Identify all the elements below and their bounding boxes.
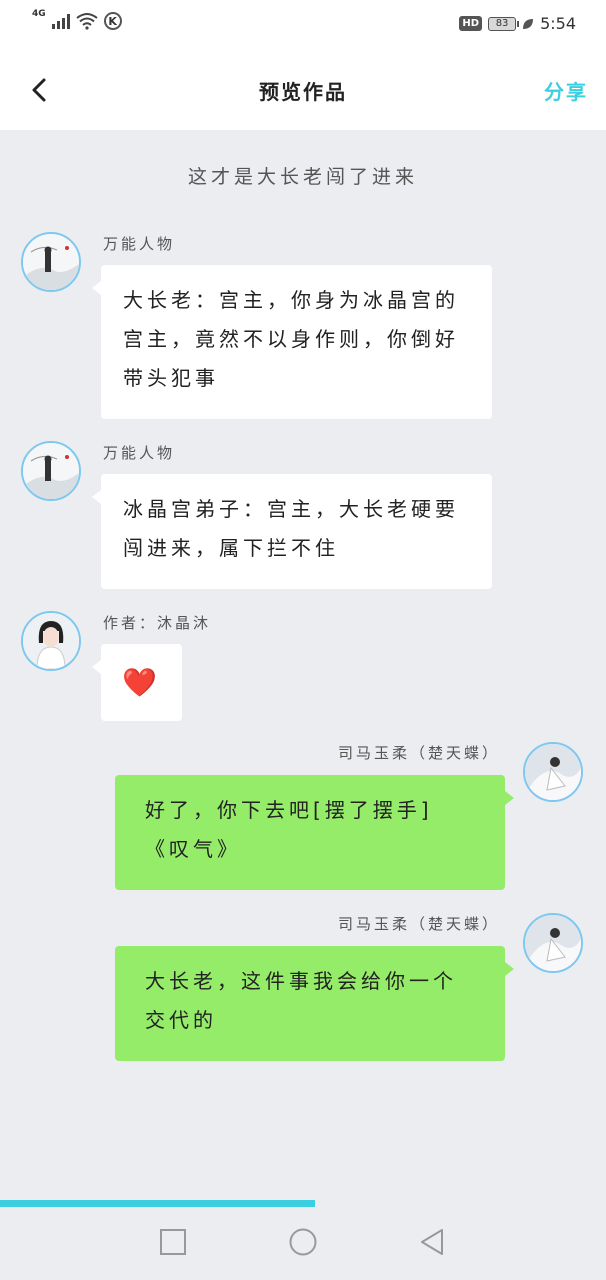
avatar[interactable]: [523, 913, 583, 973]
wifi-icon: [76, 13, 98, 30]
triangle-back-icon[interactable]: [417, 1227, 447, 1257]
battery-icon: 83: [488, 16, 520, 31]
k-badge-icon: K: [103, 12, 122, 30]
hd-badge: HD: [459, 16, 483, 31]
sender-name: 作者：沐晶沐: [103, 614, 212, 632]
network-type: 4G: [32, 9, 46, 19]
ink-painting-avatar-icon: [23, 234, 79, 290]
circle-icon[interactable]: [288, 1227, 318, 1257]
author-avatar[interactable]: [21, 611, 81, 671]
dancer-avatar-icon: [525, 744, 581, 800]
avatar[interactable]: [21, 441, 81, 501]
narration-text: 这才是大长老闯了进来: [187, 166, 418, 188]
heart-emoji-icon: ❤️: [122, 665, 161, 699]
ink-painting-avatar-icon: [23, 443, 79, 499]
leaf-icon: [523, 18, 534, 29]
message-bubble: 冰晶宫弟子：宫主，大长老硬要闯进来，属下拦不住: [92, 474, 492, 589]
app-header: 预览作品 分享: [0, 50, 606, 130]
page-title: 预览作品: [259, 80, 347, 104]
share-button[interactable]: 分享: [544, 76, 588, 105]
message-bubble: 大长老，这件事我会给你一个交代的: [115, 946, 514, 1061]
emoji-bubble: ❤️: [92, 644, 182, 721]
status-bar: 4G K HD 83 5:54: [0, 0, 606, 50]
sender-name: 万能人物: [103, 235, 176, 253]
playback-progress-bar[interactable]: [0, 1200, 315, 1207]
system-nav-bar: [0, 1207, 606, 1280]
avatar[interactable]: [523, 742, 583, 802]
sender-name: 司马玉柔（楚天蝶）: [337, 744, 500, 762]
message-bubble: 大长老：宫主，你身为冰晶宫的宫主，竟然不以身作则，你倒好带头犯事: [92, 265, 492, 419]
avatar[interactable]: [21, 232, 81, 292]
girl-portrait-avatar-icon: [23, 613, 79, 669]
sender-name: 司马玉柔（楚天蝶）: [337, 915, 500, 933]
dancer-avatar-icon: [525, 915, 581, 971]
sender-name: 万能人物: [103, 444, 176, 462]
square-icon[interactable]: [158, 1227, 188, 1257]
signal-icon: [51, 13, 70, 29]
battery-level: 83: [495, 18, 509, 29]
message-bubble: 好了，你下去吧[摆了摆手]《叹气》: [115, 775, 514, 890]
clock: 5:54: [540, 14, 576, 33]
